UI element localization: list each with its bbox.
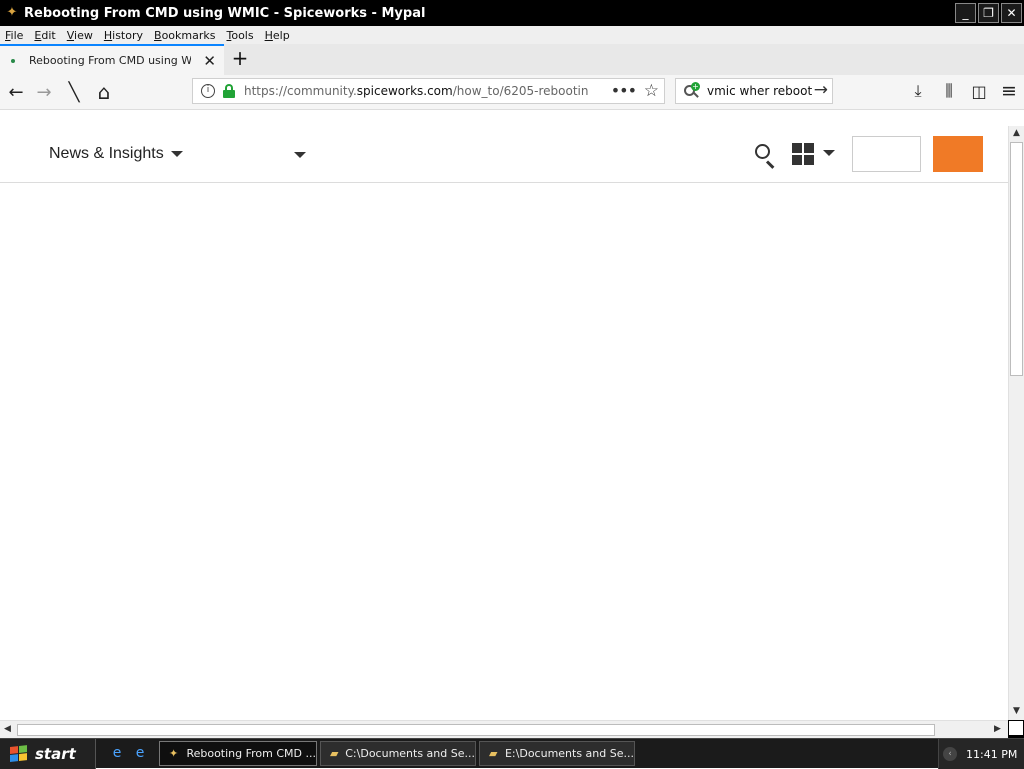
url-host: spiceworks.com	[356, 84, 453, 98]
url-text[interactable]: https://community.spiceworks.com/how_to/…	[244, 84, 589, 98]
search-engine-icon[interactable]: +	[683, 82, 701, 100]
search-icon[interactable]	[754, 143, 778, 169]
scroll-down-icon[interactable]: ▼	[1009, 704, 1024, 719]
close-window-button[interactable]: ✕	[1001, 3, 1022, 23]
taskbar-item-folder-e[interactable]: ▰ E:\Documents and Se...	[479, 741, 635, 766]
windows-taskbar: start e e ✦ Rebooting From CMD ... ▰ C:\…	[0, 738, 1024, 769]
taskbar-item-label: E:\Documents and Se...	[504, 747, 634, 760]
join-button[interactable]	[933, 136, 983, 172]
tab-close-icon[interactable]: ✕	[203, 52, 216, 70]
navigation-toolbar: ← → ╲ ⌂ i https://community.spiceworks.c…	[0, 75, 1024, 110]
internet-explorer-icon[interactable]: e	[109, 745, 125, 761]
folder-icon: ▰	[489, 746, 498, 760]
tab-loading-icon	[11, 58, 15, 63]
url-path: /how_to/6205-rebooting-	[452, 84, 589, 98]
apps-grid-icon[interactable]	[792, 143, 814, 165]
menu-edit[interactable]: Edit	[34, 29, 55, 42]
menu-view[interactable]: View	[67, 29, 93, 42]
mypal-app-icon: ✦	[6, 5, 18, 20]
search-query[interactable]: vmic wher reboot	[707, 84, 812, 98]
menu-bookmarks[interactable]: Bookmarks	[154, 29, 215, 42]
vertical-scrollbar[interactable]: ▲ ▼	[1008, 126, 1024, 720]
app-menu-button[interactable]: ≡	[998, 80, 1020, 102]
system-tray: ‹ 11:41 PM	[938, 739, 1024, 769]
secure-lock-icon[interactable]	[223, 84, 235, 98]
menu-bar: File Edit View History Bookmarks Tools H…	[0, 26, 1024, 44]
apps-chevron-icon[interactable]	[823, 150, 835, 156]
chevron-down-icon	[170, 150, 183, 157]
tray-expand-icon[interactable]: ‹	[943, 747, 957, 761]
back-button[interactable]: ←	[2, 79, 30, 105]
taskbar-item-folder-c[interactable]: ▰ C:\Documents and Se...	[320, 741, 476, 766]
downloads-button[interactable]: ⤓	[907, 80, 929, 102]
taskbar-item-browser[interactable]: ✦ Rebooting From CMD ...	[159, 741, 317, 766]
forward-button[interactable]: →	[30, 79, 58, 105]
tab-rebooting-from-cmd[interactable]: Rebooting From CMD using WMIC ✕	[0, 44, 224, 75]
start-label: start	[35, 745, 76, 763]
more-menu-chevron-icon[interactable]	[294, 152, 306, 158]
url-prefix: https://community.	[244, 84, 357, 98]
sidebar-button[interactable]: ◫	[968, 80, 990, 102]
reload-button[interactable]: ╲	[60, 79, 88, 105]
minimize-button[interactable]: _	[955, 3, 976, 23]
search-go-icon[interactable]: →	[814, 80, 828, 100]
start-button[interactable]: start	[0, 739, 96, 769]
bookmark-star-icon[interactable]: ☆	[644, 81, 659, 101]
scroll-right-icon[interactable]: ▶	[990, 722, 1005, 737]
window-controls: _ ❐ ✕	[955, 3, 1022, 23]
folder-icon: ▰	[330, 746, 339, 760]
window-title: Rebooting From CMD using WMIC - Spicewor…	[24, 5, 426, 21]
menu-file[interactable]: File	[5, 29, 23, 42]
tab-title: Rebooting From CMD using WMIC	[29, 54, 191, 67]
vertical-scroll-thumb[interactable]	[1010, 142, 1023, 376]
taskbar-item-label: Rebooting From CMD ...	[186, 747, 316, 760]
taskbar-item-label: C:\Documents and Se...	[345, 747, 475, 760]
home-button[interactable]: ⌂	[90, 79, 118, 105]
menu-help[interactable]: Help	[265, 29, 290, 42]
horizontal-scrollbar[interactable]: ◀ ▶	[0, 720, 1008, 738]
browser-quicklaunch-icon[interactable]: e	[132, 745, 148, 761]
scroll-up-icon[interactable]: ▲	[1009, 126, 1024, 141]
new-tab-button[interactable]: +	[230, 47, 250, 69]
login-button[interactable]	[852, 136, 921, 172]
mypal-icon: ✦	[169, 746, 179, 760]
scroll-left-icon[interactable]: ◀	[0, 722, 15, 737]
windows-flag-icon	[10, 745, 28, 763]
menu-history[interactable]: History	[104, 29, 143, 42]
library-button[interactable]: ⫼	[938, 80, 960, 102]
news-insights-menu[interactable]: News & Insights	[49, 145, 183, 163]
tab-strip: Rebooting From CMD using WMIC ✕ +	[0, 44, 1024, 75]
restore-button[interactable]: ❐	[978, 3, 999, 23]
page-content: News & Insights	[0, 126, 1008, 720]
taskbar-clock[interactable]: 11:41 PM	[966, 748, 1017, 761]
menu-tools[interactable]: Tools	[226, 29, 253, 42]
news-insights-label: News & Insights	[49, 145, 164, 162]
page-actions-button[interactable]: •••	[611, 81, 637, 100]
window-title-bar: ✦ Rebooting From CMD using WMIC - Spicew…	[0, 0, 1024, 26]
site-info-icon[interactable]: i	[201, 84, 215, 98]
search-bar[interactable]: + vmic wher reboot →	[675, 78, 833, 104]
url-bar[interactable]: i https://community.spiceworks.com/how_t…	[192, 78, 665, 104]
horizontal-scroll-thumb[interactable]	[17, 724, 935, 736]
site-header: News & Insights	[0, 126, 1008, 183]
scrollbar-corner	[1008, 720, 1024, 738]
